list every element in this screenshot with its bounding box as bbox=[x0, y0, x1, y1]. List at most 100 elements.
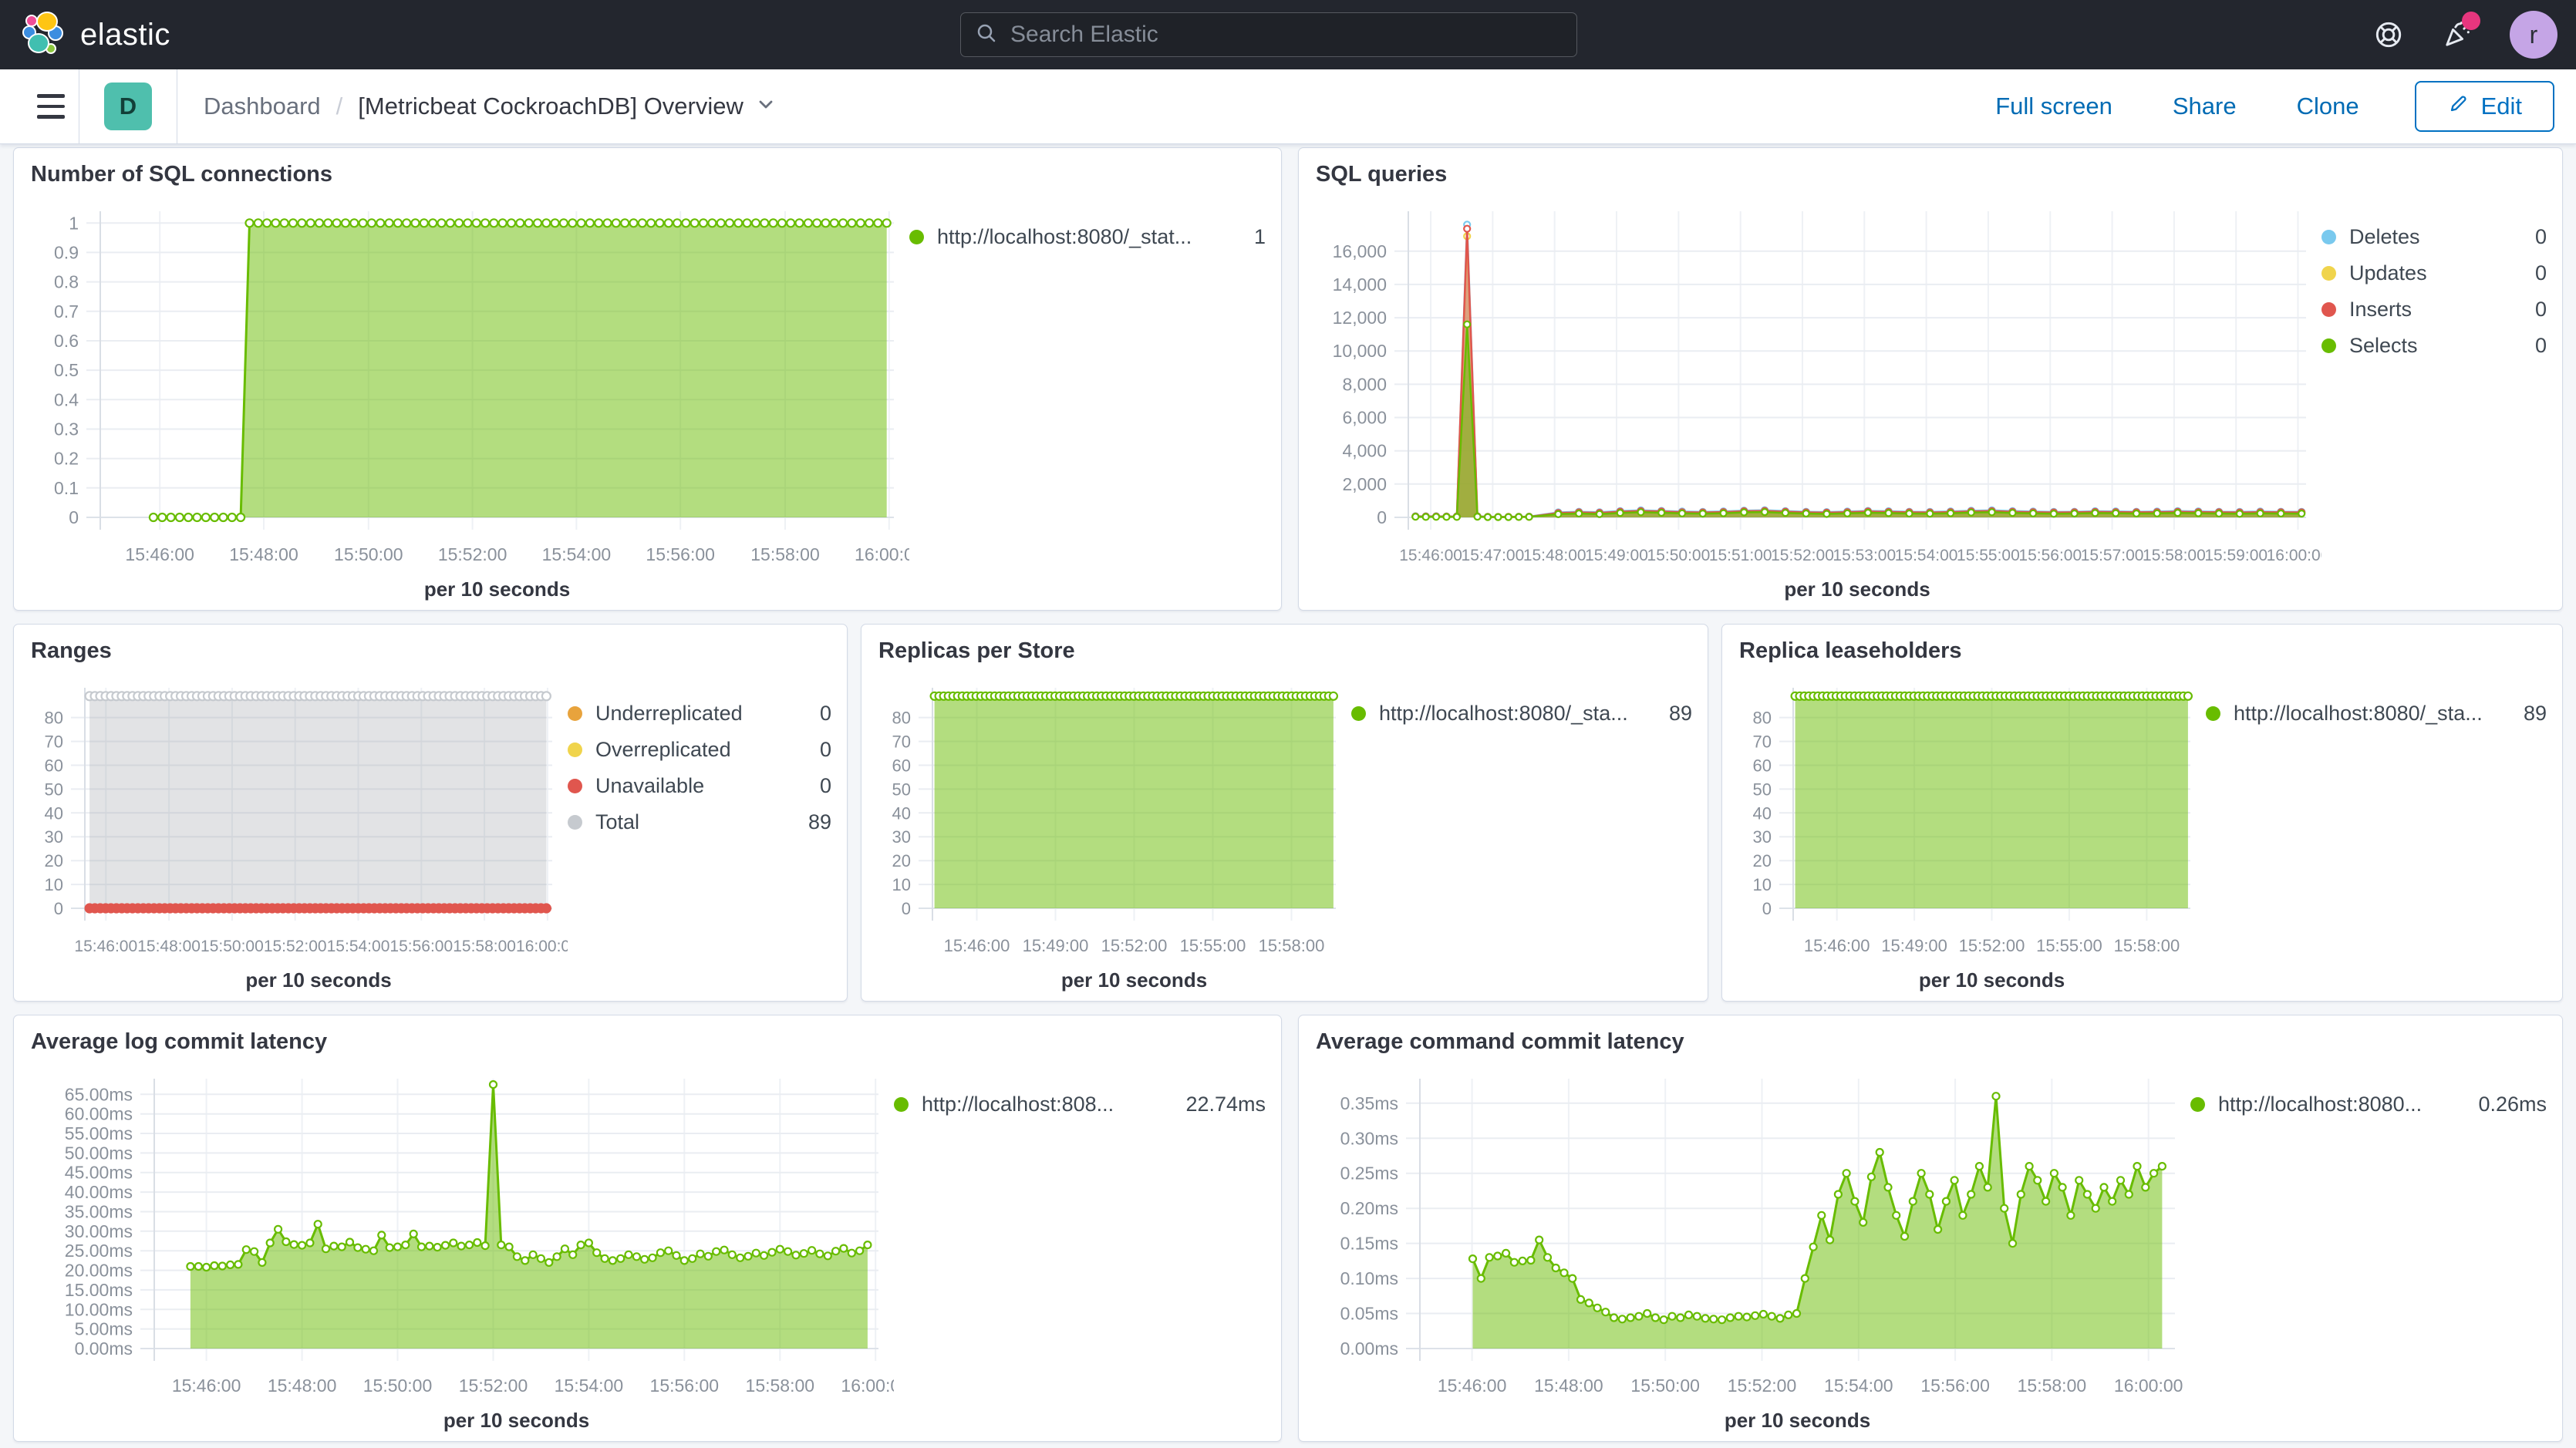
svg-text:10: 10 bbox=[45, 875, 63, 894]
panel-number-of-sql-connections[interactable]: Number of SQL connections 00.10.20.30.40… bbox=[13, 147, 1282, 611]
svg-text:16:00:00: 16:00:00 bbox=[855, 544, 909, 564]
legend-value: 0 bbox=[2512, 261, 2547, 285]
chart-legend: http://localhost:8080/_sta...89 bbox=[1351, 668, 1698, 993]
svg-text:15:58:00: 15:58:00 bbox=[746, 1376, 815, 1396]
help-icon[interactable] bbox=[2372, 19, 2405, 51]
search-icon bbox=[975, 22, 998, 49]
svg-text:15:46:00: 15:46:00 bbox=[944, 936, 1010, 955]
global-search[interactable] bbox=[960, 12, 1577, 57]
menu-icon[interactable] bbox=[23, 69, 79, 143]
share-button[interactable]: Share bbox=[2168, 92, 2241, 121]
panel-replica-leaseholders[interactable]: Replica leaseholders 0102030405060708015… bbox=[1721, 624, 2563, 1002]
legend-item[interactable]: Deletes0 bbox=[2321, 225, 2547, 249]
page-title[interactable]: [Metricbeat CockroachDB] Overview bbox=[358, 93, 776, 120]
full-screen-button[interactable]: Full screen bbox=[1991, 92, 2117, 121]
svg-text:0.05ms: 0.05ms bbox=[1340, 1304, 1398, 1324]
legend-item[interactable]: Inserts0 bbox=[2321, 298, 2547, 322]
series-color-dot bbox=[909, 230, 924, 244]
panel-average-log-commit-latency[interactable]: Average log commit latency 0.00ms5.00ms1… bbox=[13, 1015, 1282, 1442]
elastic-logo[interactable]: elastic bbox=[22, 10, 170, 60]
legend-value: 89 bbox=[785, 810, 831, 834]
clone-button[interactable]: Clone bbox=[2292, 92, 2364, 121]
svg-text:15:52:00: 15:52:00 bbox=[1728, 1376, 1797, 1396]
panel-replicas-per-store[interactable]: Replicas per Store 0102030405060708015:4… bbox=[861, 624, 1708, 1002]
legend-item[interactable]: Updates0 bbox=[2321, 261, 2547, 285]
panel-average-command-commit-latency[interactable]: Average command commit latency 0.00ms0.0… bbox=[1298, 1015, 2563, 1442]
svg-text:16:00:00: 16:00:00 bbox=[2114, 1376, 2183, 1396]
newsfeed-icon[interactable] bbox=[2440, 18, 2474, 52]
avatar[interactable]: r bbox=[2510, 11, 2557, 59]
breadcrumb-dashboard-link[interactable]: Dashboard bbox=[204, 93, 321, 120]
panel-title: Number of SQL connections bbox=[31, 162, 1281, 187]
svg-text:15:48:00: 15:48:00 bbox=[229, 544, 298, 564]
svg-text:per 10 seconds: per 10 seconds bbox=[245, 968, 391, 992]
svg-text:10.00ms: 10.00ms bbox=[65, 1299, 133, 1319]
svg-text:15:56:00: 15:56:00 bbox=[650, 1376, 720, 1396]
svg-text:65.00ms: 65.00ms bbox=[65, 1084, 133, 1104]
search-input[interactable] bbox=[1009, 21, 1563, 49]
svg-text:0: 0 bbox=[54, 899, 63, 918]
series-color-dot bbox=[1351, 706, 1366, 721]
series-color-dot bbox=[2321, 302, 2336, 317]
svg-text:15:46:00: 15:46:00 bbox=[172, 1376, 241, 1396]
legend-item[interactable]: Underreplicated0 bbox=[568, 702, 831, 726]
space-badge[interactable]: D bbox=[104, 83, 152, 130]
legend-value: 0 bbox=[2512, 225, 2547, 249]
legend-item[interactable]: http://localhost:8080/_sta...89 bbox=[2206, 702, 2547, 726]
svg-text:15:48:00: 15:48:00 bbox=[1523, 547, 1586, 564]
svg-text:10: 10 bbox=[1753, 875, 1772, 894]
panel-ranges[interactable]: Ranges 0102030405060708015:46:0015:48:00… bbox=[13, 624, 848, 1002]
edit-button[interactable]: Edit bbox=[2415, 81, 2554, 132]
chart-plot[interactable]: 0102030405060708015:46:0015:48:0015:50:0… bbox=[23, 668, 568, 993]
legend-item[interactable]: Overreplicated0 bbox=[568, 738, 831, 762]
svg-text:15:50:00: 15:50:00 bbox=[334, 544, 403, 564]
svg-text:15:54:00: 15:54:00 bbox=[1824, 1376, 1893, 1396]
svg-text:40: 40 bbox=[1753, 803, 1772, 823]
svg-text:15:54:00: 15:54:00 bbox=[542, 544, 612, 564]
legend-item[interactable]: Total89 bbox=[568, 810, 831, 834]
legend-item[interactable]: http://localhost:808...22.74ms bbox=[894, 1093, 1266, 1116]
svg-text:15:56:00: 15:56:00 bbox=[1920, 1376, 1990, 1396]
svg-text:15:56:00: 15:56:00 bbox=[646, 544, 715, 564]
svg-text:15:46:00: 15:46:00 bbox=[125, 544, 194, 564]
svg-text:20: 20 bbox=[45, 851, 63, 870]
svg-text:30.00ms: 30.00ms bbox=[65, 1221, 133, 1241]
svg-text:8,000: 8,000 bbox=[1342, 374, 1387, 394]
svg-text:40.00ms: 40.00ms bbox=[65, 1182, 133, 1202]
svg-text:per 10 seconds: per 10 seconds bbox=[424, 578, 570, 601]
legend-item[interactable]: Unavailable0 bbox=[568, 774, 831, 798]
svg-text:35.00ms: 35.00ms bbox=[65, 1202, 133, 1222]
svg-text:0.00ms: 0.00ms bbox=[1340, 1339, 1398, 1359]
chart-plot[interactable]: 0.00ms0.05ms0.10ms0.15ms0.20ms0.25ms0.30… bbox=[1308, 1059, 2190, 1433]
chart-plot[interactable]: 00.10.20.30.40.50.60.70.80.9115:46:0015:… bbox=[23, 191, 909, 602]
svg-text:15.00ms: 15.00ms bbox=[65, 1280, 133, 1300]
chart-plot[interactable]: 0102030405060708015:46:0015:49:0015:52:0… bbox=[871, 668, 1351, 993]
svg-text:0.20ms: 0.20ms bbox=[1340, 1198, 1398, 1218]
svg-text:0.3: 0.3 bbox=[54, 419, 79, 439]
legend-label: http://localhost:8080/_stat... bbox=[937, 225, 1192, 249]
chart-plot[interactable]: 0102030405060708015:46:0015:49:0015:52:0… bbox=[1731, 668, 2206, 993]
chart-legend: http://localhost:8080/_sta...89 bbox=[2206, 668, 2553, 993]
svg-text:70: 70 bbox=[1753, 732, 1772, 752]
chart-plot[interactable]: 0.00ms5.00ms10.00ms15.00ms20.00ms25.00ms… bbox=[23, 1059, 894, 1433]
svg-text:20.00ms: 20.00ms bbox=[65, 1261, 133, 1281]
legend-item[interactable]: http://localhost:8080/_stat...1 bbox=[909, 225, 1266, 249]
svg-text:15:51:00: 15:51:00 bbox=[1709, 547, 1772, 564]
svg-text:50: 50 bbox=[1753, 780, 1772, 799]
svg-text:1: 1 bbox=[69, 213, 79, 233]
legend-item[interactable]: Selects0 bbox=[2321, 334, 2547, 358]
svg-text:15:56:00: 15:56:00 bbox=[2018, 547, 2082, 564]
svg-text:15:59:00: 15:59:00 bbox=[2204, 547, 2267, 564]
breadcrumb-separator: / bbox=[336, 93, 343, 120]
svg-text:15:52:00: 15:52:00 bbox=[264, 938, 327, 955]
panel-sql-queries[interactable]: SQL queries 02,0004,0006,0008,00010,0001… bbox=[1298, 147, 2563, 611]
legend-item[interactable]: http://localhost:8080/_sta...89 bbox=[1351, 702, 1692, 726]
svg-text:15:52:00: 15:52:00 bbox=[438, 544, 507, 564]
svg-text:15:57:00: 15:57:00 bbox=[2081, 547, 2144, 564]
svg-text:15:58:00: 15:58:00 bbox=[2143, 547, 2206, 564]
legend-value: 89 bbox=[1646, 702, 1692, 726]
legend-item[interactable]: http://localhost:8080...0.26ms bbox=[2190, 1093, 2547, 1116]
chart-plot[interactable]: 02,0004,0006,0008,00010,00012,00014,0001… bbox=[1308, 191, 2321, 602]
legend-label: Underreplicated bbox=[595, 702, 743, 726]
svg-text:15:49:00: 15:49:00 bbox=[1023, 936, 1089, 955]
